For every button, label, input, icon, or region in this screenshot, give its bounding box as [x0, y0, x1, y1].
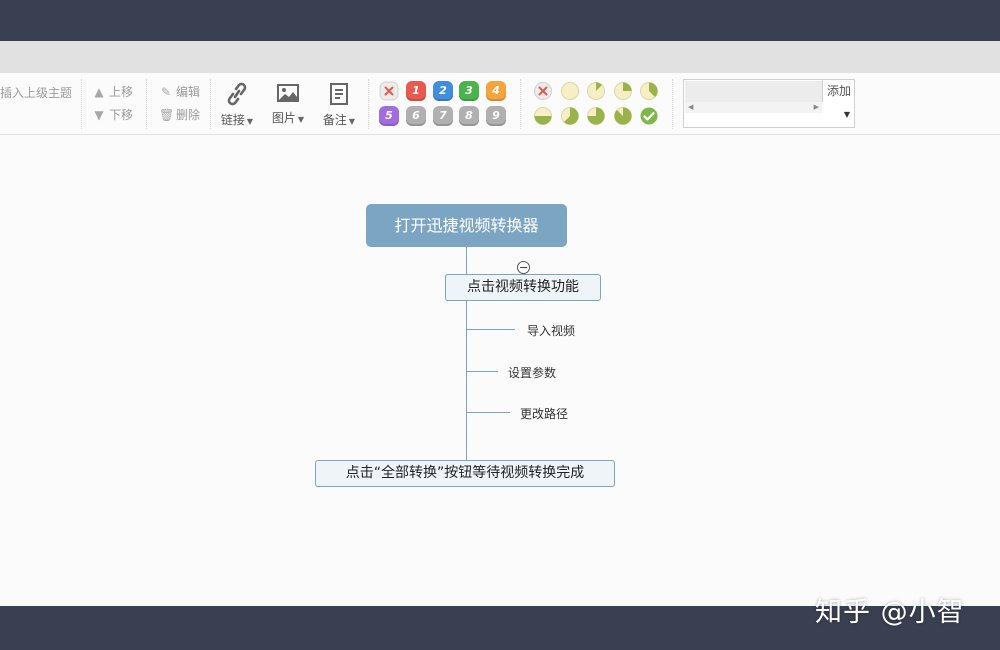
- note-label: 备注: [322, 113, 347, 127]
- priority-6-button[interactable]: 6: [406, 106, 426, 126]
- horizontal-scrollbar[interactable]: ◀ ▶: [685, 102, 822, 113]
- link-icon: [227, 82, 247, 106]
- progress-0-button[interactable]: [560, 81, 580, 101]
- scroll-right-icon[interactable]: ▶: [814, 102, 819, 113]
- trash-icon: 🗑: [159, 108, 175, 122]
- divider: [146, 79, 147, 129]
- divider: [210, 79, 211, 129]
- divider: [672, 79, 673, 129]
- priority-7-button[interactable]: 7: [433, 106, 453, 126]
- main-topic-1[interactable]: 点击视频转换功能: [445, 274, 601, 301]
- sub-topic-3[interactable]: 更改路径: [520, 405, 568, 422]
- connector-line: [466, 371, 498, 372]
- top-dark-bar: [0, 0, 1000, 41]
- clear-icon: [379, 81, 399, 101]
- progress-4-button[interactable]: [533, 106, 553, 126]
- resource-combo: 添加 ◀ ▶ ▼: [683, 79, 855, 128]
- insert-parent-label: 插入上级主题: [0, 86, 73, 100]
- sub-topic-1[interactable]: 导入视频: [527, 322, 575, 339]
- divider: [81, 79, 82, 129]
- priority-9-button[interactable]: 9: [486, 106, 506, 126]
- root-topic[interactable]: 打开迅捷视频转换器: [366, 204, 567, 247]
- progress-quarter-icon: [614, 82, 632, 100]
- caret-down-icon: ▼: [348, 117, 356, 126]
- dropdown-arrow-icon[interactable]: ▼: [844, 110, 850, 119]
- arrow-up-icon: ▲: [94, 85, 104, 99]
- priority-5-button[interactable]: 5: [379, 106, 399, 126]
- delete-button[interactable]: 🗑 删除: [159, 108, 200, 122]
- note-label-wrap: 备注 ▼: [316, 111, 362, 128]
- progress-three-quarters-icon: [587, 107, 605, 125]
- priority-4-button[interactable]: 4: [486, 81, 506, 101]
- move-down-label: 下移: [109, 108, 134, 122]
- resource-input[interactable]: [685, 81, 822, 102]
- note-button[interactable]: 备注 ▼: [316, 82, 362, 128]
- insert-parent-topic-button[interactable]: 插入上级主题: [0, 86, 72, 100]
- move-up-button[interactable]: ▲ 上移: [92, 85, 133, 99]
- link-label: 链接: [220, 113, 245, 127]
- clear-icon: [534, 82, 552, 100]
- edit-icon: ✎: [160, 85, 172, 99]
- edit-button[interactable]: ✎ 编辑: [159, 85, 200, 99]
- link-label-wrap: 链接 ▼: [214, 111, 260, 128]
- progress-7-button[interactable]: [613, 106, 633, 126]
- caret-down-icon: ▼: [246, 117, 254, 126]
- progress-eighth-icon: [587, 82, 605, 100]
- image-icon: [277, 84, 299, 102]
- connector-line: [466, 412, 510, 413]
- watermark-text: 知乎 @小智: [815, 597, 965, 628]
- delete-label: 删除: [176, 108, 201, 122]
- move-down-button[interactable]: ▼ 下移: [92, 108, 133, 122]
- progress-seven-eighths-icon: [614, 107, 632, 125]
- progress-three-eighths-icon: [640, 82, 658, 100]
- sub-topic-2[interactable]: 设置参数: [508, 364, 556, 381]
- connector-line: [466, 329, 515, 330]
- collapse-icon[interactable]: [517, 261, 530, 274]
- priority-clear-button[interactable]: [379, 81, 399, 101]
- priority-1-button[interactable]: 1: [406, 81, 426, 101]
- divider: [368, 79, 369, 129]
- progress-3-button[interactable]: [639, 81, 659, 101]
- note-icon: [330, 83, 348, 105]
- image-label-wrap: 图片 ▼: [265, 109, 311, 126]
- edit-label: 编辑: [176, 85, 201, 99]
- check-icon: [640, 107, 658, 125]
- progress-5-button[interactable]: [560, 106, 580, 126]
- progress-1-button[interactable]: [586, 81, 606, 101]
- divider: [520, 79, 521, 129]
- progress-empty-icon: [561, 82, 579, 100]
- priority-8-button[interactable]: 8: [459, 106, 479, 126]
- arrow-down-icon: ▼: [94, 108, 104, 122]
- progress-clear-button[interactable]: [533, 81, 553, 101]
- scroll-left-icon[interactable]: ◀: [688, 102, 693, 113]
- add-resource-button[interactable]: 添加: [822, 80, 855, 102]
- progress-2-button[interactable]: [613, 81, 633, 101]
- progress-half-icon: [534, 107, 552, 125]
- move-up-label: 上移: [109, 85, 134, 99]
- image-label: 图片: [271, 111, 296, 125]
- priority-2-button[interactable]: 2: [433, 81, 453, 101]
- main-topic-2[interactable]: 点击“全部转换”按钮等待视频转换完成: [315, 460, 615, 487]
- progress-done-button[interactable]: [639, 106, 659, 126]
- progress-6-button[interactable]: [586, 106, 606, 126]
- image-button[interactable]: 图片 ▼: [265, 82, 311, 126]
- caret-down-icon: ▼: [297, 115, 305, 124]
- connector-line: [466, 247, 467, 274]
- progress-five-eighths-icon: [561, 107, 579, 125]
- priority-3-button[interactable]: 3: [459, 81, 479, 101]
- tab-strip: [0, 41, 1000, 73]
- connector-line: [466, 301, 467, 460]
- link-button[interactable]: 链接 ▼: [214, 82, 260, 128]
